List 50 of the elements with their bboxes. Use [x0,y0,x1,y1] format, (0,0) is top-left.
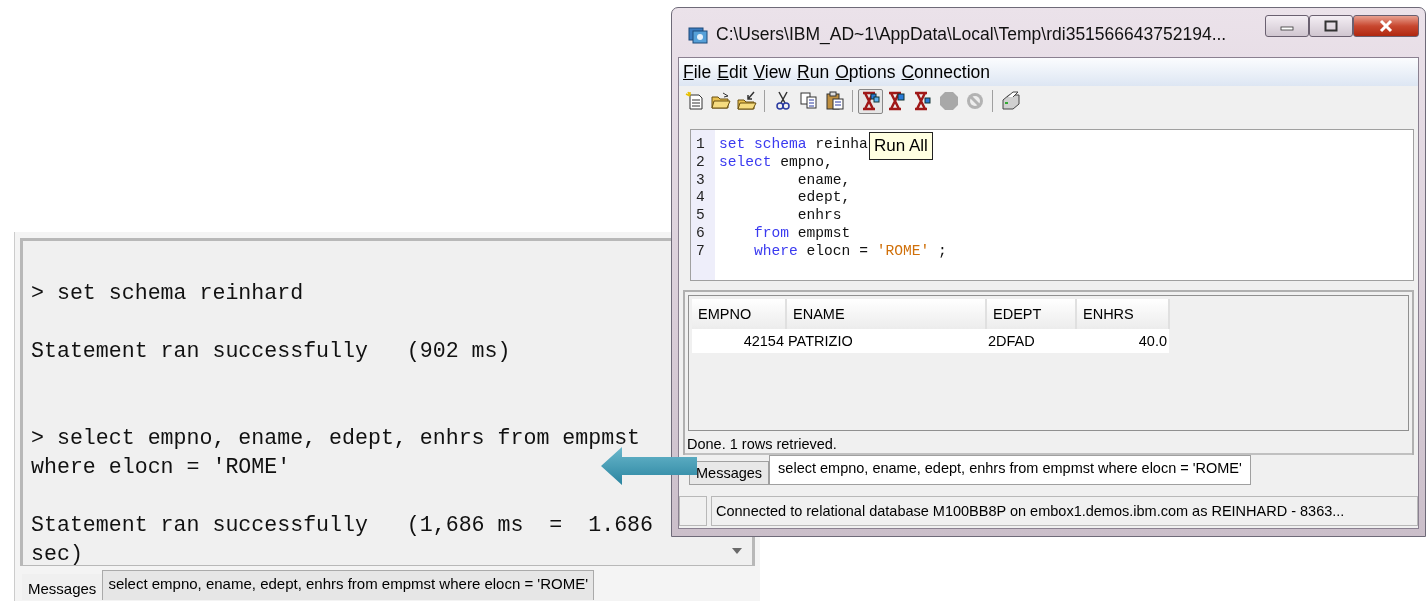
minimize-button[interactable] [1265,15,1309,37]
scroll-down-arrow-icon [730,547,743,555]
menu-item[interactable]: Options [835,62,896,83]
close-button[interactable] [1353,15,1419,37]
menu-item[interactable]: Connection [901,62,990,83]
message-text: select empno, ename, edept, enhrs from empmst where elocn = 'ROME' [102,570,595,600]
message-line: Statement ran successfully (902 ms) [31,338,511,365]
line-number: 2 [695,153,706,172]
code-line: set schema reinha [719,136,868,154]
status-cell [679,496,707,526]
maximize-icon [1324,20,1338,32]
line-number: 7 [695,242,706,261]
column-header[interactable]: EMPNO [692,299,786,329]
close-icon [1378,19,1394,33]
column-header[interactable]: ENAME [786,299,986,329]
status-bar: Connected to relational database M100BB8P on embox1.demos.ibm.com as REINHARD - 8363... [711,496,1418,526]
menu-item[interactable]: Run [797,62,830,83]
message-line: Statement ran successfully (1,686 ms = 1.686 [31,512,653,539]
code-line: ename, [796,171,851,190]
message-text: select empno, ename, edept, enhrs from empmst where elocn = 'ROME' [769,455,1251,485]
code-line: edept, [796,189,851,208]
line-number: 1 [695,136,706,154]
column-header[interactable]: ENHRS [1076,299,1169,329]
maximize-button[interactable] [1309,15,1353,37]
menu-item[interactable]: View [753,62,791,83]
message-line: > select empno, ename, edept, enhrs from empmst [31,425,641,452]
table-cell: 42154 [692,329,786,353]
code-line: where elocn = 'ROME' ; [753,242,947,261]
code-line: from empmst [753,225,851,243]
tooltip: Run All [869,132,933,160]
code-line: select empno, [719,153,833,172]
menu-item[interactable]: Edit [717,62,748,83]
code-line: enhrs [796,207,842,225]
messages-tab[interactable]: Messages [22,574,103,600]
app-icon [688,24,708,45]
message-line: where elocn = 'ROME' [31,454,291,481]
message-line: > set schema reinhard [31,280,304,307]
column-header[interactable]: EDEPT [986,299,1076,329]
message-line: sec) [31,541,83,568]
line-number: 6 [695,225,706,243]
line-number: 5 [695,207,706,225]
line-number: 4 [695,189,706,208]
toolbar-button[interactable] [858,88,883,114]
line-number: 3 [695,171,706,190]
table-cell: 2DFAD [986,329,1076,353]
table-cell: 40.0 [1076,329,1169,353]
messages-tab[interactable]: Messages [689,461,770,485]
table-cell: PATRIZIO [786,329,986,353]
window-title: C:\Users\IBM_AD~1\AppData\Local\Temp\rdi351566643752194... [716,24,1227,45]
menu-item[interactable]: File [683,62,712,83]
